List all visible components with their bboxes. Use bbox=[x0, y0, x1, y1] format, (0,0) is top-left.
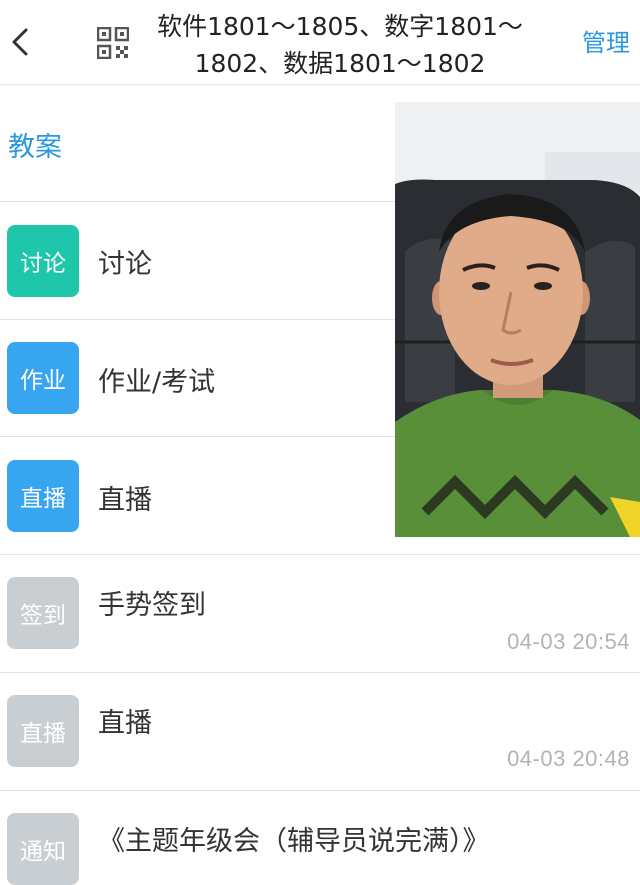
notice-label: 《主题年级会（辅导员说完满）》 bbox=[98, 826, 490, 857]
list-item-gesture-checkin[interactable]: 签到 手势签到 04-03 20:54 bbox=[0, 555, 640, 673]
manage-button[interactable]: 管理 bbox=[582, 26, 630, 60]
live-past-timestamp: 04-03 20:48 bbox=[507, 746, 630, 771]
discussion-label: 讨论 bbox=[98, 249, 152, 280]
live-past-label: 直播 bbox=[98, 708, 152, 739]
checkin-badge: 签到 bbox=[7, 577, 79, 649]
title-line-2: 1802、数据1801～1802 bbox=[194, 49, 486, 78]
qr-code-icon[interactable] bbox=[96, 26, 130, 60]
title-line-1: 软件1801～1805、数字1801～ bbox=[157, 12, 523, 41]
top-nav-bar: 软件1801～1805、数字1801～ 1802、数据1801～1802 管理 bbox=[0, 0, 640, 85]
lesson-plan-link[interactable]: 教案 bbox=[8, 125, 62, 164]
live-label: 直播 bbox=[98, 485, 152, 516]
homework-badge: 作业 bbox=[7, 342, 79, 414]
notice-badge: 通知 bbox=[7, 813, 79, 885]
video-frame-image bbox=[395, 102, 640, 537]
live-badge: 直播 bbox=[7, 460, 79, 532]
live-past-badge: 直播 bbox=[7, 695, 79, 767]
page-title: 软件1801～1805、数字1801～ 1802、数据1801～1802 bbox=[148, 8, 532, 82]
checkin-timestamp: 04-03 20:54 bbox=[507, 629, 630, 654]
homework-exam-label: 作业/考试 bbox=[98, 367, 216, 398]
back-arrow-icon bbox=[12, 28, 28, 56]
gesture-checkin-label: 手势签到 bbox=[98, 590, 206, 621]
video-overlay[interactable] bbox=[395, 102, 640, 537]
back-button[interactable] bbox=[4, 18, 38, 66]
list-item-live-past[interactable]: 直播 直播 04-03 20:48 bbox=[0, 673, 640, 791]
list-item-notice[interactable]: 通知 《主题年级会（辅导员说完满）》 bbox=[0, 791, 640, 885]
discussion-badge: 讨论 bbox=[7, 225, 79, 297]
